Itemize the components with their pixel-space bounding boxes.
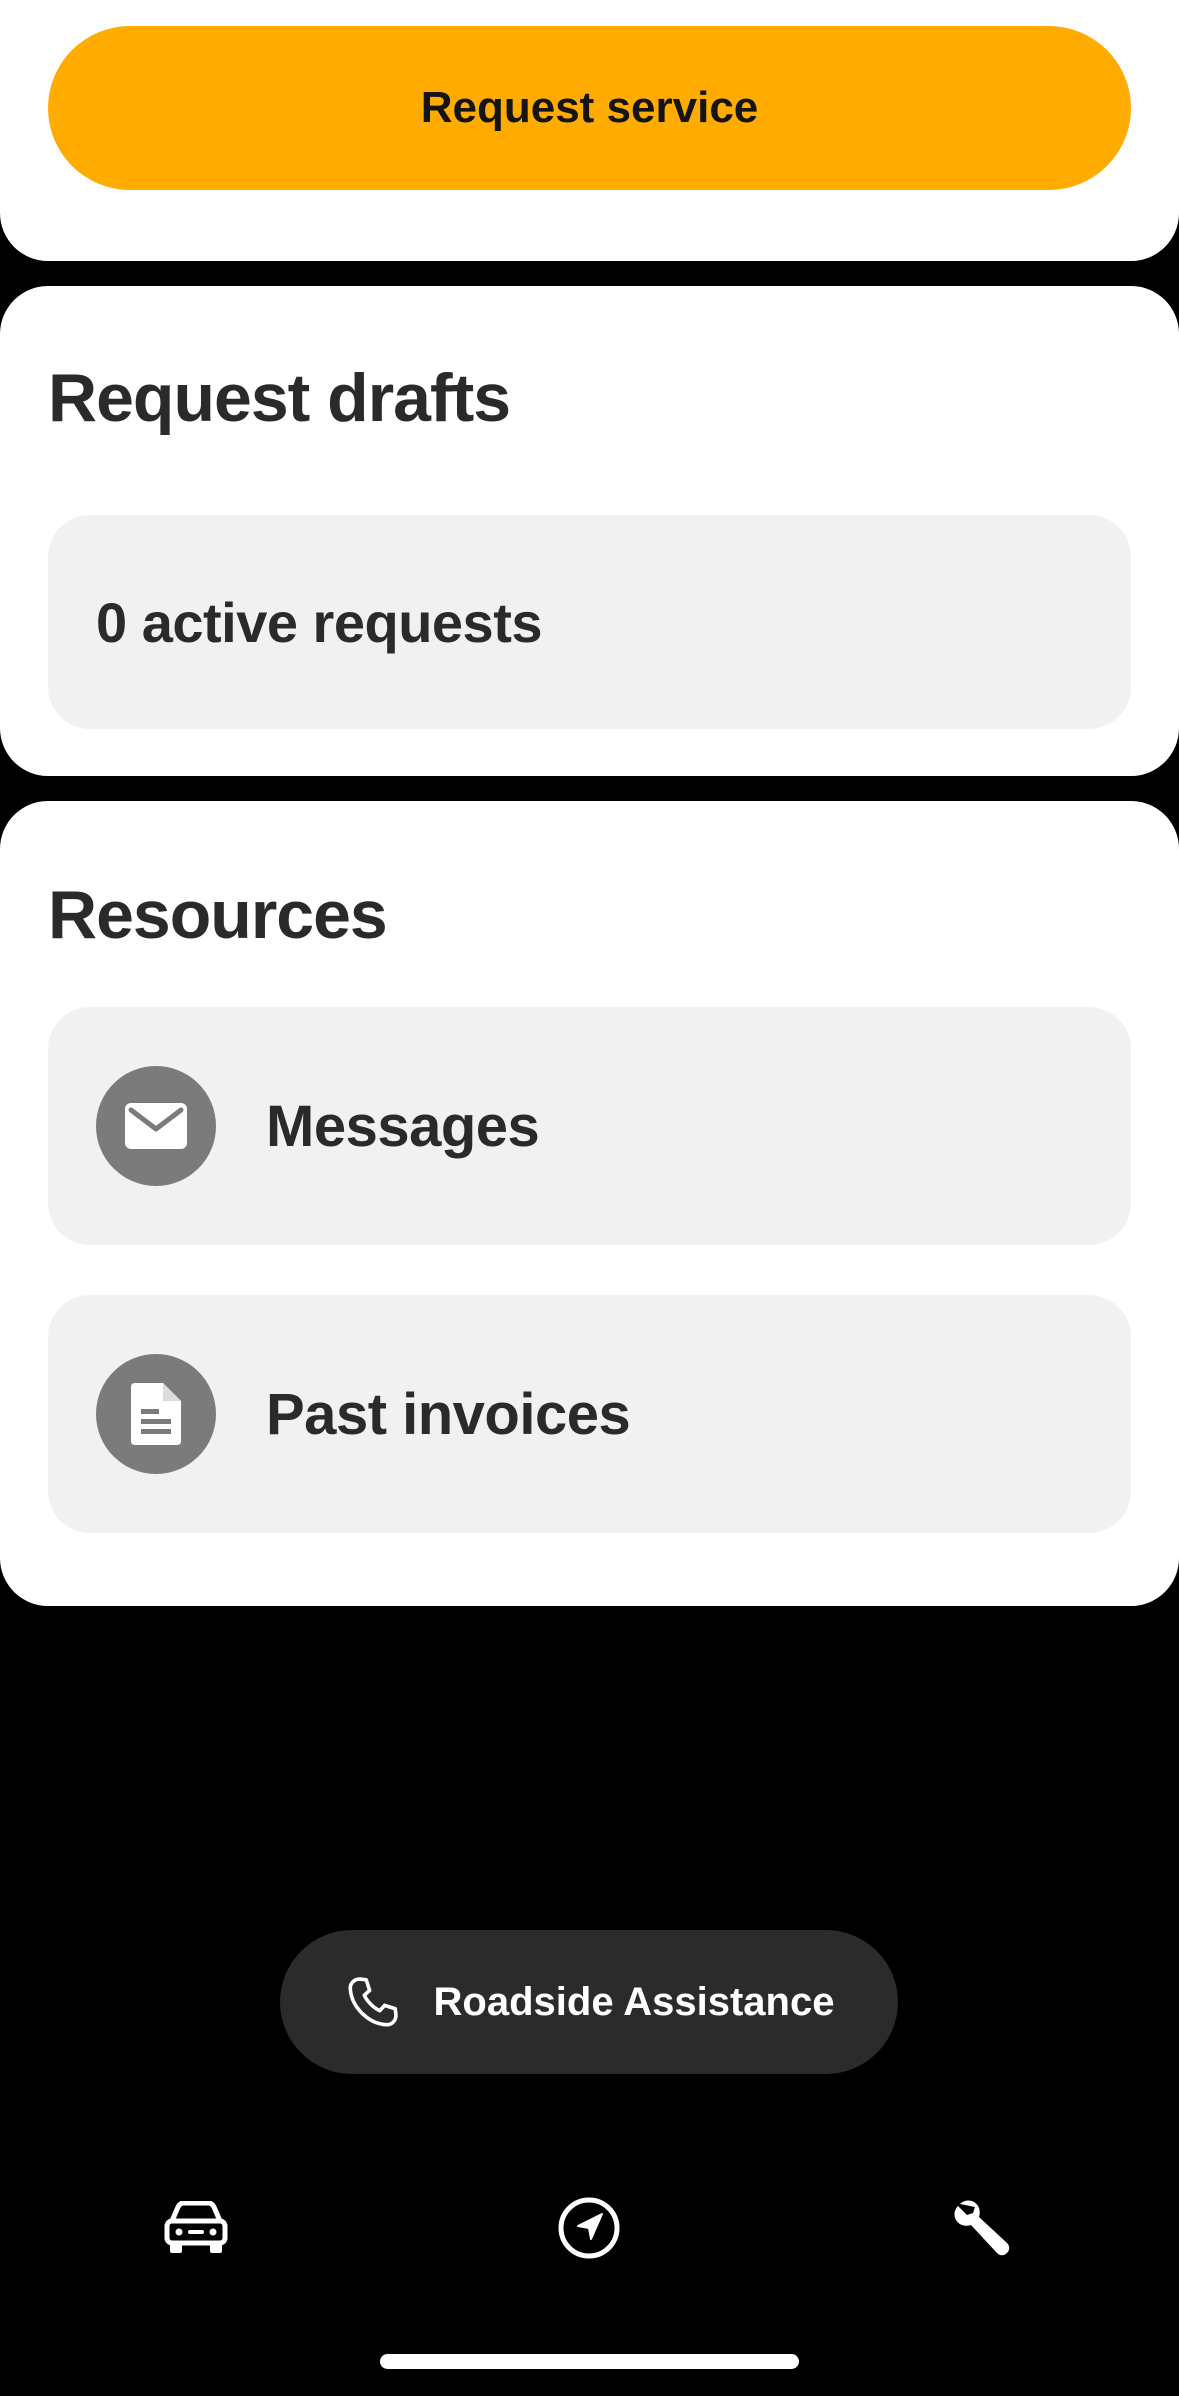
- car-icon: [164, 2200, 228, 2260]
- tab-service[interactable]: [942, 2195, 1022, 2265]
- active-requests-count: 0 active requests: [96, 590, 542, 654]
- resources-title: Resources: [48, 877, 388, 953]
- document-icon: [96, 1354, 216, 1474]
- envelope-icon: [96, 1066, 216, 1186]
- request-service-card: Request service: [0, 0, 1179, 261]
- resources-card: Resources Messages Past invoices: [0, 801, 1179, 1606]
- messages-label: Messages: [266, 1093, 540, 1159]
- past-invoices-label: Past invoices: [266, 1381, 631, 1447]
- wrench-icon: [952, 2198, 1012, 2263]
- tab-navigate[interactable]: [549, 2195, 629, 2265]
- request-drafts-card: Request drafts 0 active requests: [0, 286, 1179, 776]
- roadside-assistance-button[interactable]: Roadside Assistance: [280, 1930, 898, 2074]
- active-requests-row[interactable]: 0 active requests: [48, 515, 1131, 729]
- phone-icon: [344, 1973, 402, 2031]
- messages-row[interactable]: Messages: [48, 1007, 1131, 1245]
- request-drafts-title: Request drafts: [48, 360, 511, 436]
- roadside-assistance-label: Roadside Assistance: [433, 1979, 835, 2024]
- past-invoices-row[interactable]: Past invoices: [48, 1295, 1131, 1533]
- navigation-arrow-icon: [558, 2197, 620, 2264]
- home-indicator[interactable]: [380, 2354, 799, 2369]
- tab-vehicle[interactable]: [156, 2195, 236, 2265]
- request-service-button[interactable]: Request service: [48, 26, 1131, 190]
